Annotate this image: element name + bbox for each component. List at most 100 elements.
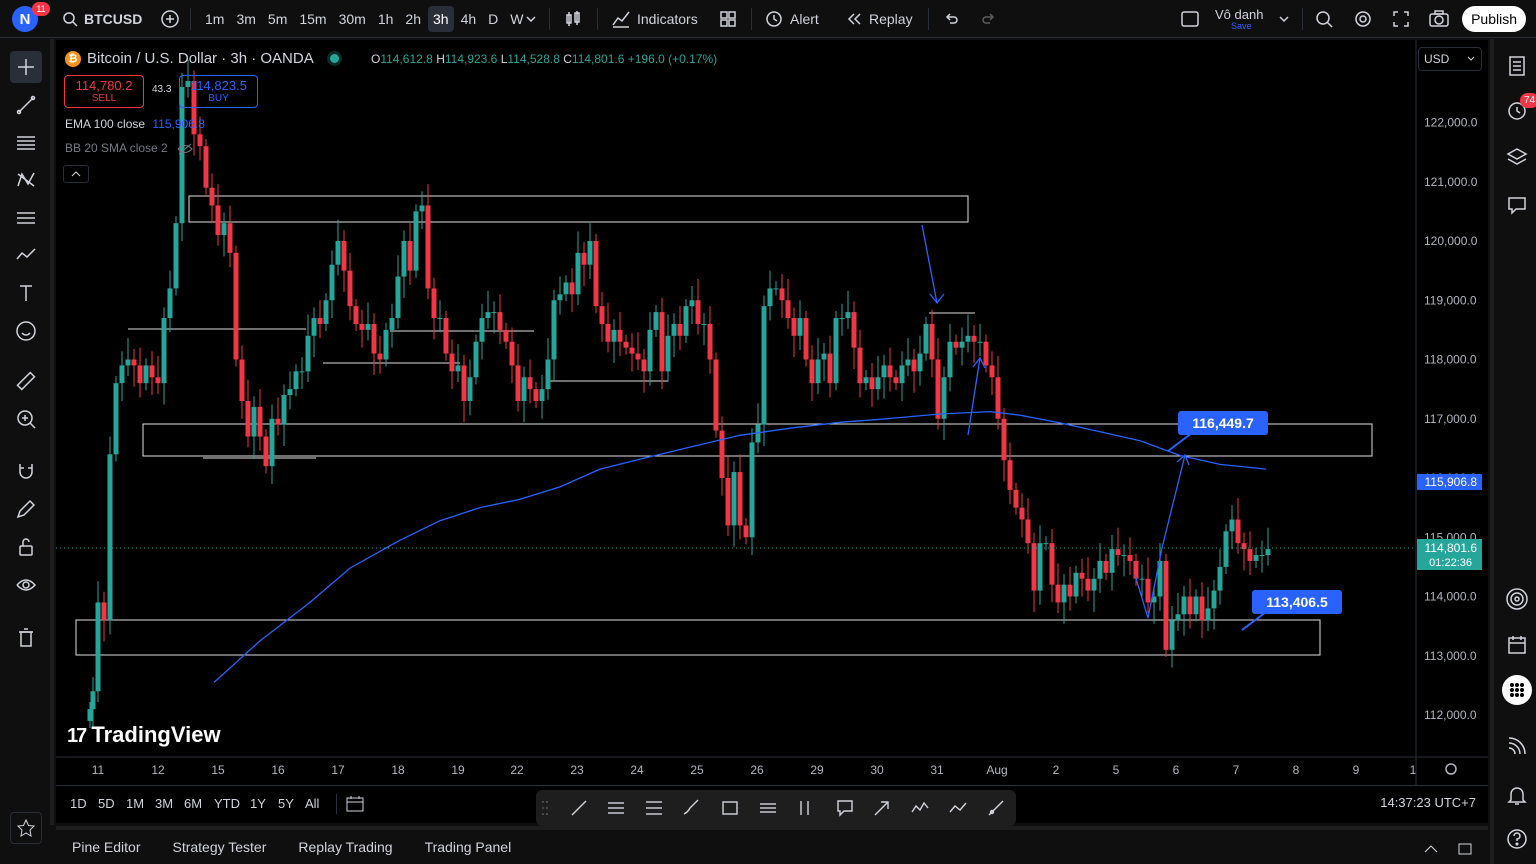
layout-name[interactable]: Vô danh Save: [1215, 0, 1263, 38]
range-5d[interactable]: 5D: [98, 796, 115, 811]
brush-tool[interactable]: [10, 239, 42, 271]
range-1m[interactable]: 1M: [126, 796, 144, 811]
symbol-search[interactable]: BTCUSD: [62, 0, 142, 38]
fib-tool[interactable]: [10, 127, 42, 159]
snapshot-button[interactable]: [1428, 0, 1450, 38]
price-chart[interactable]: 122,000.0 121,000.0 120,000.0 119,000.0 118,…: [56, 40, 1488, 785]
bb-legend[interactable]: BB 20 SMA close 2: [65, 141, 193, 155]
fav-path[interactable]: [945, 795, 971, 821]
remove-drawings-tool[interactable]: [10, 622, 42, 654]
chevron-up-icon[interactable]: [1422, 840, 1440, 858]
streams-button[interactable]: [1502, 731, 1532, 761]
products-button[interactable]: [1502, 675, 1532, 705]
timeframe-D[interactable]: D: [483, 6, 503, 32]
fav-ray[interactable]: [983, 795, 1009, 821]
fav-fib[interactable]: [641, 795, 667, 821]
range-5y[interactable]: 5Y: [278, 796, 294, 811]
settings-button[interactable]: [1353, 0, 1373, 38]
fav-arrow[interactable]: [869, 795, 895, 821]
crosshair-tool[interactable]: [10, 51, 42, 83]
candle-body: [731, 472, 737, 526]
timeframe-1m[interactable]: 1m: [200, 6, 229, 32]
timeframe-2h[interactable]: 2h: [400, 6, 426, 32]
fav-brush[interactable]: [679, 795, 705, 821]
trendline-tool[interactable]: [10, 89, 42, 121]
range-6m[interactable]: 6M: [184, 796, 202, 811]
notifications-button[interactable]: [1502, 780, 1532, 810]
fav-callout[interactable]: [832, 795, 858, 821]
replay-button[interactable]: Replay: [845, 0, 913, 38]
sell-button[interactable]: 114,780.2 SELL: [64, 75, 144, 108]
lock-drawings-tool[interactable]: [10, 531, 42, 563]
calendar-button[interactable]: [1502, 630, 1532, 660]
currency-select[interactable]: USD: [1418, 47, 1482, 71]
chart-type-button[interactable]: [563, 0, 583, 38]
maximize-panel-icon[interactable]: [1456, 840, 1474, 858]
timeframe-dropdown[interactable]: [525, 0, 537, 38]
fav-rectangle[interactable]: [717, 795, 743, 821]
layout-button[interactable]: [1180, 0, 1200, 38]
pattern-tool[interactable]: [10, 164, 42, 196]
alert-button[interactable]: Alert: [764, 0, 819, 38]
range-1d[interactable]: 1D: [70, 796, 87, 811]
timeframe-1h[interactable]: 1h: [373, 6, 399, 32]
publish-button[interactable]: Publish: [1462, 6, 1526, 32]
object-tree-button[interactable]: [1502, 142, 1532, 172]
fav-elliott[interactable]: [907, 795, 933, 821]
ideas-button[interactable]: [1502, 584, 1532, 614]
range-1y[interactable]: 1Y: [250, 796, 266, 811]
tab-replay-trading[interactable]: Replay Trading: [298, 839, 392, 855]
fav-parallel-channel[interactable]: [603, 795, 629, 821]
fav-horizontal-lines[interactable]: [755, 795, 781, 821]
timeframe-group: 1m 3m 5m 15m 30m 1h 2h 3h 4h D W: [200, 0, 528, 38]
candle-body: [953, 341, 959, 348]
quick-search-button[interactable]: [1314, 0, 1334, 38]
text-tool[interactable]: [10, 277, 42, 309]
tab-pine-editor[interactable]: Pine Editor: [72, 839, 140, 855]
tab-trading-panel[interactable]: Trading Panel: [425, 839, 512, 855]
chats-button[interactable]: [1502, 190, 1532, 220]
hide-drawings-tool[interactable]: [10, 569, 42, 601]
timeframe-3h[interactable]: 3h: [427, 6, 454, 32]
stay-drawing-tool[interactable]: [10, 493, 42, 525]
indicators-button[interactable]: Indicators: [611, 0, 698, 38]
goto-date-button[interactable]: [345, 794, 365, 817]
hidden-eye-icon[interactable]: [177, 143, 193, 155]
candle-body: [197, 134, 203, 147]
collapse-legend-button[interactable]: [63, 165, 89, 183]
candle-body: [521, 377, 527, 401]
range-3m[interactable]: 3M: [155, 796, 173, 811]
fullscreen-button[interactable]: [1391, 0, 1411, 38]
help-button[interactable]: [1502, 824, 1532, 854]
favorites-button[interactable]: [10, 812, 42, 844]
utc-clock[interactable]: 14:37:23 UTC+7: [1380, 795, 1476, 810]
fav-long-position[interactable]: [793, 795, 819, 821]
templates-button[interactable]: [718, 0, 738, 38]
redo-button[interactable]: [980, 0, 998, 38]
forecast-tool[interactable]: [10, 202, 42, 234]
zoom-tool[interactable]: [10, 403, 42, 435]
candle-body: [275, 418, 281, 425]
buy-button[interactable]: 114,823.5 BUY: [179, 75, 258, 108]
chart-area[interactable]: 122,000.0 121,000.0 120,000.0 119,000.0 118,…: [56, 40, 1488, 785]
timeframe-30m[interactable]: 30m: [334, 6, 371, 32]
compare-add-button[interactable]: [160, 0, 180, 38]
layout-dropdown[interactable]: [1278, 0, 1290, 38]
range-ytd[interactable]: YTD: [214, 796, 240, 811]
watchlist-button[interactable]: [1502, 51, 1532, 81]
timeframe-3m[interactable]: 3m: [231, 6, 260, 32]
undo-button[interactable]: [942, 0, 960, 38]
measure-tool[interactable]: [10, 365, 42, 397]
tab-strategy-tester[interactable]: Strategy Tester: [172, 839, 266, 855]
timeframe-15m[interactable]: 15m: [294, 6, 331, 32]
symbol-legend[interactable]: ₿ Bitcoin / U.S. Dollar · 3h · OANDA: [65, 50, 339, 67]
timeframe-5m[interactable]: 5m: [263, 6, 292, 32]
drag-handle[interactable]: [538, 795, 552, 821]
icon-tool[interactable]: [10, 315, 42, 347]
fav-trendline[interactable]: [566, 795, 592, 821]
candle-body: [1163, 560, 1169, 650]
range-all[interactable]: All: [305, 796, 319, 811]
ema-legend[interactable]: EMA 100 close 115,906.8: [65, 117, 205, 131]
timeframe-4h[interactable]: 4h: [456, 6, 482, 32]
magnet-tool[interactable]: [10, 455, 42, 487]
